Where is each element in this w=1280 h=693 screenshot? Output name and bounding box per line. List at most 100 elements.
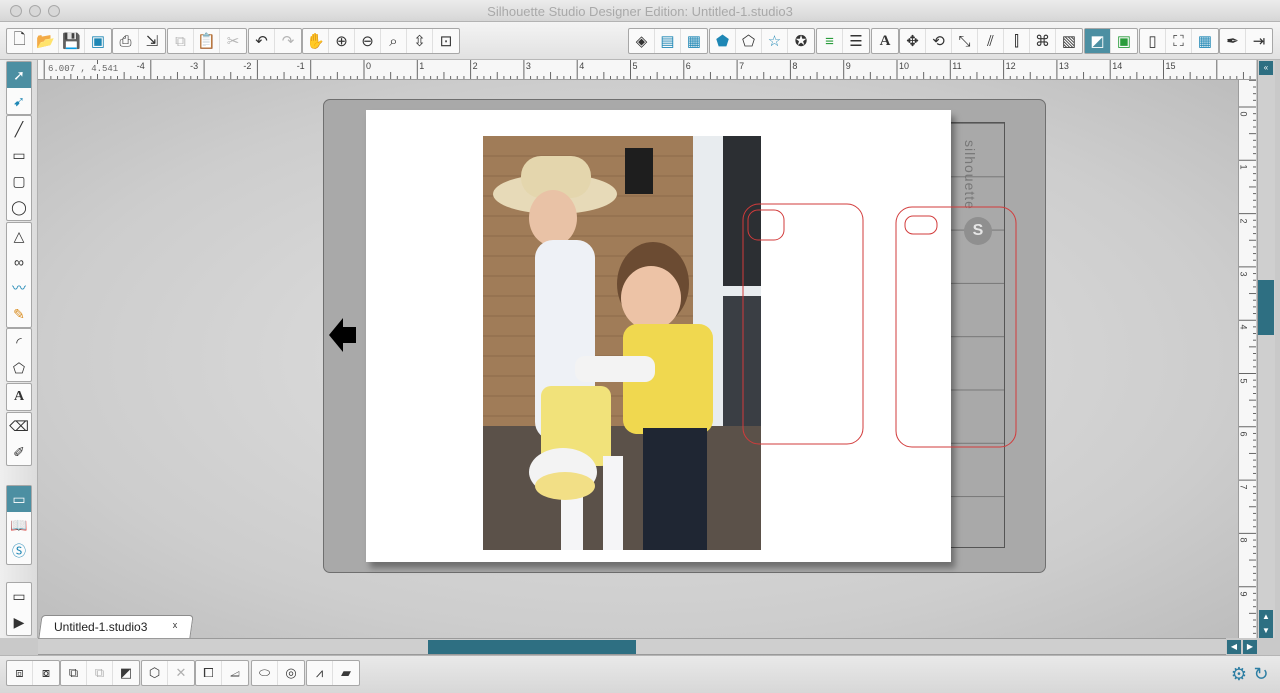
release-compound-path-icon[interactable]: ⧉: [87, 661, 113, 685]
new-document-icon[interactable]: 🗋: [7, 29, 33, 53]
regular-polygon-tool-icon[interactable]: ⬠: [7, 355, 31, 381]
gradient-icon[interactable]: ▤: [655, 29, 681, 53]
line-style-icon[interactable]: ☰: [843, 29, 869, 53]
library-icon[interactable]: 📖: [7, 512, 31, 538]
make-compound-path-icon[interactable]: ⧉: [61, 661, 87, 685]
select-pointer-icon[interactable]: ➚: [7, 62, 31, 88]
shape-icon[interactable]: ⬭: [252, 661, 278, 685]
ruler-label: 3: [525, 61, 531, 71]
trace-area-icon[interactable]: ⩘: [307, 661, 333, 685]
curve-tool-icon[interactable]: ∞: [7, 249, 31, 275]
star-outline-icon[interactable]: ☆: [762, 29, 788, 53]
weld-icon[interactable]: ⬡: [142, 661, 168, 685]
modify-icon[interactable]: ▧: [1056, 29, 1082, 53]
ruler-label: 5: [632, 61, 638, 71]
paste-icon[interactable]: 📋: [194, 29, 220, 53]
polygon-tool-icon[interactable]: △: [7, 223, 31, 249]
move-icon[interactable]: ✥: [900, 29, 926, 53]
undo-icon[interactable]: ↶: [249, 29, 275, 53]
zoom-to-page-icon[interactable]: ⊡: [433, 29, 459, 53]
copy-icon[interactable]: ⧉: [168, 29, 194, 53]
replicate-icon[interactable]: ⌘: [1030, 29, 1056, 53]
vertical-scrollbar[interactable]: [1257, 60, 1275, 638]
align-icon[interactable]: ⫿: [1004, 29, 1030, 53]
window-icon[interactable]: ▭: [7, 583, 31, 609]
save-icon[interactable]: 💾: [59, 29, 85, 53]
document-tab-close-icon[interactable]: x: [169, 619, 181, 631]
collapse-panel-icon[interactable]: «: [1259, 61, 1273, 75]
rhinestone-icon[interactable]: ✪: [788, 29, 814, 53]
left-toolbar: ➚ ➹ ╱ ▭ ▢ ◯ △ ∞ 〰 ✎ ◜ ⬠ A ⌫ ✐ ▭ 📖 Ⓢ ▭ ▶: [0, 60, 38, 638]
send-to-silhouette-icon[interactable]: ⇲: [139, 29, 165, 53]
offset-target-icon[interactable]: ◎: [278, 661, 304, 685]
offset-icon[interactable]: ◩: [1085, 29, 1111, 53]
pentagon-filled-icon[interactable]: ⬟: [710, 29, 736, 53]
rotate-icon[interactable]: ⟲: [926, 29, 952, 53]
gear-icon[interactable]: ⚙: [1228, 662, 1250, 686]
cut-icon[interactable]: ✂: [220, 29, 246, 53]
save-to-library-icon[interactable]: ▣: [85, 29, 111, 53]
edit-points-icon[interactable]: ➹: [7, 88, 31, 114]
refresh-icon[interactable]: ↻: [1250, 662, 1272, 686]
ruler-label: 4: [1238, 324, 1249, 330]
path-tools-group: △ ∞ 〰 ✎: [6, 222, 32, 328]
send-backward-icon[interactable]: ⧠: [196, 661, 222, 685]
design-view-icon[interactable]: ▭: [7, 486, 31, 512]
rounded-rectangle-tool-icon[interactable]: ▢: [7, 168, 31, 194]
smooth-freehand-icon[interactable]: ✎: [7, 301, 31, 327]
freehand-tool-icon[interactable]: 〰: [7, 275, 31, 301]
page-setup-icon[interactable]: ▯: [1140, 29, 1166, 53]
horizontal-scroll-thumb[interactable]: [428, 640, 636, 654]
ungroup-icon[interactable]: ⧇: [33, 661, 59, 685]
trace-icon[interactable]: ▣: [1111, 29, 1137, 53]
print-icon[interactable]: ⎙: [113, 29, 139, 53]
registration-marks-icon[interactable]: ⛶: [1166, 29, 1192, 53]
zoom-in-icon[interactable]: ⊕: [329, 29, 355, 53]
cut-settings-icon[interactable]: ✒: [1220, 29, 1246, 53]
draw-tools-group: ╱ ▭ ▢ ◯: [6, 115, 32, 221]
line-tool-icon[interactable]: ╱: [7, 116, 31, 142]
line-color-icon[interactable]: ≡: [817, 29, 843, 53]
arc-tool-icon[interactable]: ◜: [7, 329, 31, 355]
redo-icon[interactable]: ↷: [275, 29, 301, 53]
pattern-icon[interactable]: ▦: [681, 29, 707, 53]
camera-cutout-right: [904, 215, 938, 235]
zoom-select-icon[interactable]: ⌕: [381, 29, 407, 53]
fit-to-window-icon[interactable]: ⇳: [407, 29, 433, 53]
send-cut-icon[interactable]: ⇥: [1246, 29, 1272, 53]
knife-icon[interactable]: ✐: [7, 439, 31, 465]
open-icon[interactable]: 📂: [33, 29, 59, 53]
select-tools-group: ➚ ➹: [6, 61, 32, 115]
grid-icon[interactable]: ▦: [1192, 29, 1218, 53]
imported-photo[interactable]: [483, 136, 761, 550]
ruler-label: 3: [1238, 271, 1249, 277]
fill-color-icon[interactable]: ◈: [629, 29, 655, 53]
pan-icon[interactable]: ✋: [303, 29, 329, 53]
scroll-down-icon[interactable]: ▼: [1259, 624, 1273, 638]
ruler-label: 13: [1058, 61, 1069, 71]
ruler-label: 9: [845, 61, 851, 71]
text-style-icon[interactable]: A: [872, 29, 898, 53]
document-tab-label[interactable]: Untitled-1.studio3: [54, 620, 147, 634]
text-tool-icon[interactable]: A: [7, 384, 31, 410]
group-icon[interactable]: ⧈: [7, 661, 33, 685]
bring-to-front-icon[interactable]: ◩: [113, 661, 139, 685]
ruler-label: -4: [136, 61, 145, 71]
play-icon[interactable]: ▶: [7, 609, 31, 635]
ellipse-tool-icon[interactable]: ◯: [7, 194, 31, 220]
scale-icon[interactable]: ⤡: [952, 29, 978, 53]
zoom-out-icon[interactable]: ⊖: [355, 29, 381, 53]
vertical-scroll-thumb[interactable]: [1258, 280, 1274, 335]
pentagon-outline-icon[interactable]: ⬠: [736, 29, 762, 53]
scroll-left-icon[interactable]: ◀: [1227, 640, 1241, 654]
feed-direction-arrow-icon: [329, 318, 356, 352]
shear-icon[interactable]: ⫽: [978, 29, 1004, 53]
bring-forward-icon[interactable]: ⧡: [222, 661, 248, 685]
rectangle-tool-icon[interactable]: ▭: [7, 142, 31, 168]
send-to-library-icon[interactable]: ▰: [333, 661, 359, 685]
scroll-up-icon[interactable]: ▲: [1259, 610, 1273, 624]
eraser-icon[interactable]: ⌫: [7, 413, 31, 439]
silhouette-store-icon[interactable]: Ⓢ: [7, 538, 31, 564]
scroll-right-icon[interactable]: ▶: [1243, 640, 1257, 654]
delete-icon[interactable]: ✕: [168, 661, 194, 685]
